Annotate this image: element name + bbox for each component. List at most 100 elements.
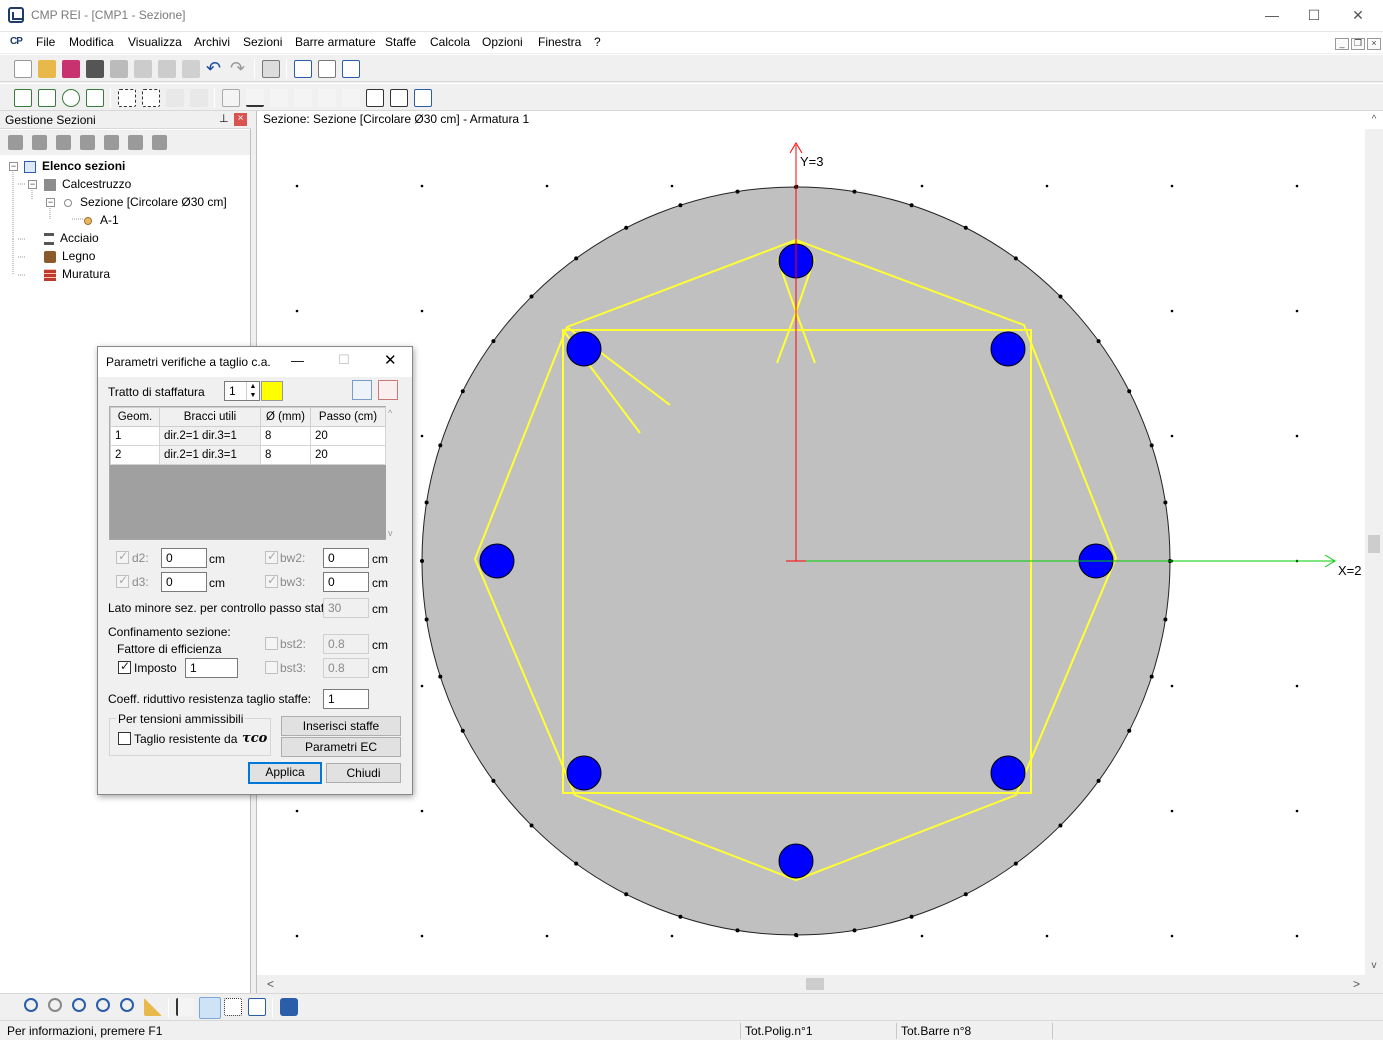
bar-move-icon[interactable]: [294, 89, 312, 107]
ruler-icon[interactable]: [144, 998, 162, 1016]
inserisci-staffe-button[interactable]: Inserisci staffe: [281, 716, 401, 736]
menu-file[interactable]: File: [36, 35, 55, 49]
new-section-icon[interactable]: [14, 89, 32, 107]
scroll-up-icon[interactable]: ^: [1365, 111, 1383, 129]
eraser-icon[interactable]: [182, 60, 200, 78]
menu-staffe[interactable]: Staffe: [385, 35, 416, 49]
tree-properties-icon[interactable]: [128, 135, 143, 150]
settings-icon[interactable]: [262, 60, 280, 78]
vertical-scroll-thumb[interactable]: [1368, 535, 1380, 553]
coeff-input[interactable]: 1: [323, 689, 369, 709]
cell-geom[interactable]: 1: [110, 426, 160, 446]
applica-button[interactable]: Applica: [248, 762, 322, 784]
tree-item-calcestruzzo[interactable]: Calcestruzzo: [44, 176, 131, 193]
cell-passo[interactable]: 20: [310, 426, 386, 446]
tree-item-root[interactable]: Elenco sezioni: [24, 158, 125, 175]
cell-passo[interactable]: 20: [310, 445, 386, 465]
stirrups-table[interactable]: Geom. Bracci utili Ø (mm) Passo (cm) 1 d…: [109, 406, 400, 540]
zoom-plus-icon[interactable]: [72, 998, 86, 1012]
add-circle-icon[interactable]: [62, 89, 80, 107]
tree-copy-icon[interactable]: [104, 135, 119, 150]
col-diametro[interactable]: Ø (mm): [260, 407, 311, 427]
bar-edit-icon[interactable]: [342, 89, 360, 107]
dialog-close-button[interactable]: ✕: [384, 351, 397, 369]
maximize-button[interactable]: ☐: [1292, 0, 1336, 30]
scroll-down-icon[interactable]: v: [1365, 957, 1383, 975]
table-row[interactable]: 2 dir.2=1 dir.3=1 8 20: [110, 445, 386, 465]
edit-grid-icon[interactable]: [248, 998, 266, 1016]
cell-diametro[interactable]: 8: [260, 445, 311, 465]
mdi-doc-icon[interactable]: CP: [10, 36, 23, 47]
d3-input[interactable]: 0: [161, 572, 207, 592]
pin-icon[interactable]: ⊥: [219, 112, 229, 125]
tratto-spinner[interactable]: 1 ▲ ▼: [224, 381, 260, 401]
menu-opzioni[interactable]: Opzioni: [482, 35, 523, 49]
spin-down-icon[interactable]: ▼: [246, 391, 259, 400]
taglio-checkbox[interactable]: [118, 732, 131, 745]
imposto-checkbox[interactable]: [118, 659, 131, 674]
tree-item-legno[interactable]: Legno: [44, 248, 95, 265]
zoom-fit-icon[interactable]: [120, 998, 134, 1012]
root-collapse-toggle[interactable]: −: [9, 162, 18, 171]
stirrup-edit-icon[interactable]: [414, 89, 432, 107]
tree-item-muratura[interactable]: Muratura: [44, 266, 110, 283]
axes-toggle-icon[interactable]: [176, 998, 194, 1016]
help-window-icon[interactable]: [342, 60, 360, 78]
section-canvas[interactable]: Y=3 X=2: [257, 129, 1364, 975]
zoom-minus-icon[interactable]: [96, 998, 110, 1012]
tree-export-icon[interactable]: [152, 135, 167, 150]
d2-input[interactable]: 0: [161, 548, 207, 568]
tree-edit-icon[interactable]: [80, 135, 95, 150]
add-rect-icon[interactable]: [38, 89, 56, 107]
add-row-icon[interactable]: [352, 380, 372, 400]
bar-corner-icon[interactable]: [270, 89, 288, 107]
mdi-close-button[interactable]: ×: [1367, 38, 1381, 50]
tile-horizontal-icon[interactable]: [318, 60, 336, 78]
spin-up-icon[interactable]: ▲: [246, 382, 259, 391]
menu-help[interactable]: ?: [594, 35, 601, 49]
minimize-button[interactable]: —: [1250, 0, 1294, 30]
menu-finestra[interactable]: Finestra: [538, 35, 581, 49]
tile-vertical-icon[interactable]: [294, 60, 312, 78]
menu-modifica[interactable]: Modifica: [69, 35, 114, 49]
mdi-restore-button[interactable]: ❐: [1351, 38, 1365, 50]
table-scroll-up-icon[interactable]: ^: [388, 408, 392, 418]
cell-bracci[interactable]: dir.2=1 dir.3=1: [159, 426, 261, 446]
mdi-minimize-button[interactable]: _: [1335, 38, 1349, 50]
vertical-scrollbar[interactable]: v: [1365, 129, 1383, 975]
undo-icon[interactable]: ↶: [206, 59, 224, 78]
menu-barre-armature[interactable]: Barre armature: [295, 35, 376, 49]
snap-grid-icon[interactable]: [224, 998, 242, 1016]
tree-item-armatura[interactable]: A-1: [84, 212, 119, 229]
col-geom[interactable]: Geom.: [110, 407, 160, 427]
bar-distribute-icon[interactable]: [318, 89, 336, 107]
cell-geom[interactable]: 2: [110, 445, 160, 465]
col-passo[interactable]: Passo (cm): [310, 407, 386, 427]
select-all-icon[interactable]: [142, 89, 160, 107]
close-button[interactable]: ✕: [1336, 0, 1380, 30]
chiudi-button[interactable]: Chiudi: [326, 763, 401, 783]
dialog-minimize-button[interactable]: —: [291, 353, 304, 368]
layers-view-icon[interactable]: [280, 998, 298, 1016]
tratto-color-swatch[interactable]: [261, 381, 283, 401]
scroll-left-icon[interactable]: <: [267, 975, 274, 993]
select-icon[interactable]: [118, 89, 136, 107]
menu-visualizza[interactable]: Visualizza: [128, 35, 182, 49]
layers-icon[interactable]: [166, 89, 184, 107]
zoom-in-icon[interactable]: [24, 998, 38, 1012]
new-file-icon[interactable]: [14, 60, 32, 78]
print-icon[interactable]: [86, 60, 104, 78]
imposto-input[interactable]: 1: [185, 658, 238, 678]
add-bar-icon[interactable]: [222, 89, 240, 107]
cell-bracci[interactable]: dir.2=1 dir.3=1: [159, 445, 261, 465]
bar-line-icon[interactable]: [246, 89, 264, 107]
paste-icon[interactable]: [158, 60, 176, 78]
horizontal-scroll-thumb[interactable]: [806, 978, 824, 990]
panel-close-icon[interactable]: ×: [234, 113, 247, 126]
save-icon[interactable]: [62, 60, 80, 78]
stirrup-icon[interactable]: [366, 89, 384, 107]
table-scroll-down-icon[interactable]: v: [388, 528, 393, 538]
remove-row-icon[interactable]: [378, 380, 398, 400]
bw3-input[interactable]: 0: [323, 572, 369, 592]
col-bracci[interactable]: Bracci utili: [159, 407, 261, 427]
